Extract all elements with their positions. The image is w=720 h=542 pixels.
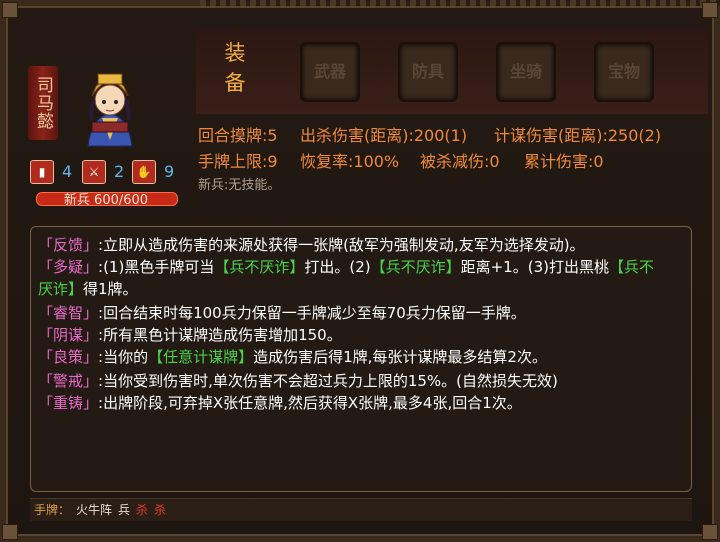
card-highlight: 【兵不厌诈】 xyxy=(370,258,461,276)
card-highlight: 厌诈】 xyxy=(38,280,84,298)
mount-slot[interactable]: 坐骑 xyxy=(496,42,556,102)
skill-name: 「睿智」 xyxy=(38,304,99,322)
skill-name: 「反馈」 xyxy=(38,236,99,254)
defense-value: 9 xyxy=(164,162,175,181)
hero-name: 司马懿 xyxy=(28,66,58,140)
top-decor-strip xyxy=(200,0,720,6)
skill-row: 「多疑」:(1)黑色手牌可当【兵不厌诈】打出。(2)【兵不厌诈】距离+1。(3)… xyxy=(38,256,654,277)
corner-ornament xyxy=(2,2,18,18)
attr-strategy-damage: 计谋伤害(距离):250(2) xyxy=(494,126,662,145)
hand-label: 手牌： xyxy=(34,503,71,517)
skill-row-continued: 厌诈】得1牌。 xyxy=(38,278,138,299)
skill-desc: 距离+1。(3)打出黑桃 xyxy=(460,258,609,276)
hp-label: 新兵 600/600 xyxy=(63,193,149,208)
skill-note: 新兵:无技能。 xyxy=(198,178,281,193)
attack-value: 2 xyxy=(114,162,125,181)
skill-desc: 打出。(2) xyxy=(304,258,371,276)
skill-desc: :当你的 xyxy=(98,348,149,366)
equipment-title: 装备 xyxy=(224,41,246,95)
skill-desc: 得1牌。 xyxy=(83,280,138,298)
card-highlight: 【兵不厌诈】 xyxy=(214,258,305,276)
skill-name: 「阴谋」 xyxy=(38,326,99,344)
skill-name: 「多疑」 xyxy=(38,258,99,276)
skill-name: 「警戒」 xyxy=(38,372,99,390)
treasure-slot[interactable]: 宝物 xyxy=(594,42,654,102)
skill-desc: :所有黑色计谋牌造成伤害增加150。 xyxy=(98,326,342,344)
skill-desc: :(1)黑色手牌可当 xyxy=(98,258,215,276)
skill-row: 「警戒」:当你受到伤害时,单次伤害不会超过兵力上限的15%。(自然损失无效) xyxy=(38,370,558,391)
skill-row: 「反馈」:立即从造成伤害的来源处获得一张牌(敌军为强制发动,友军为选择发动)。 xyxy=(38,234,585,255)
card-count-icon: ▮ xyxy=(30,160,54,184)
skill-desc: :回合结束时每100兵力保留一手牌减少至每70兵力保留一手牌。 xyxy=(98,304,526,322)
hand-bar: 手牌： 火牛阵兵杀杀 xyxy=(30,498,692,521)
hero-portrait[interactable] xyxy=(78,66,142,150)
hand-card[interactable]: 兵 xyxy=(118,503,130,517)
hand-card[interactable]: 火牛阵 xyxy=(76,503,112,517)
hand-card-red[interactable]: 杀 xyxy=(154,503,166,517)
skill-desc: 造成伤害后得1牌,每张计谋牌最多结算2次。 xyxy=(253,348,547,366)
attr-damage-reduction: 被杀减伤:0 xyxy=(420,152,500,171)
card-count: 4 xyxy=(62,162,73,181)
defense-icon: ✋ xyxy=(132,160,156,184)
armor-slot[interactable]: 防具 xyxy=(398,42,458,102)
corner-ornament xyxy=(702,2,718,18)
attr-kill-damage: 出杀伤害(距离):200(1) xyxy=(300,126,468,145)
skill-row: 「睿智」:回合结束时每100兵力保留一手牌减少至每70兵力保留一手牌。 xyxy=(38,302,526,323)
skill-desc: :当你受到伤害时,单次伤害不会超过兵力上限的15%。(自然损失无效) xyxy=(98,372,558,390)
attr-draw: 回合摸牌:5 xyxy=(198,126,278,145)
skill-name: 「良策」 xyxy=(38,348,99,366)
skill-row: 「良策」:当你的【任意计谋牌】造成伤害后得1牌,每张计谋牌最多结算2次。 xyxy=(38,346,547,367)
attr-recovery: 恢复率:100% xyxy=(300,152,400,171)
attr-total-damage: 累计伤害:0 xyxy=(524,152,604,171)
weapon-slot[interactable]: 武器 xyxy=(300,42,360,102)
corner-ornament xyxy=(2,524,18,540)
corner-ornament xyxy=(702,524,718,540)
skill-row: 「重铸」:出牌阶段,可弃掉X张任意牌,然后获得X张牌,最多4张,回合1次。 xyxy=(38,392,522,413)
card-highlight: 【兵不 xyxy=(608,258,654,276)
skill-desc: :立即从造成伤害的来源处获得一张牌(敌军为强制发动,友军为选择发动)。 xyxy=(98,236,585,254)
skill-row: 「阴谋」:所有黑色计谋牌造成伤害增加150。 xyxy=(38,324,342,345)
hand-card-red[interactable]: 杀 xyxy=(136,503,148,517)
skill-desc: :出牌阶段,可弃掉X张任意牌,然后获得X张牌,最多4张,回合1次。 xyxy=(98,394,522,412)
skill-name: 「重铸」 xyxy=(38,394,99,412)
attack-icon: ⚔ xyxy=(82,160,106,184)
attr-hand-limit: 手牌上限:9 xyxy=(198,152,278,171)
card-highlight: 【任意计谋牌】 xyxy=(148,348,254,366)
